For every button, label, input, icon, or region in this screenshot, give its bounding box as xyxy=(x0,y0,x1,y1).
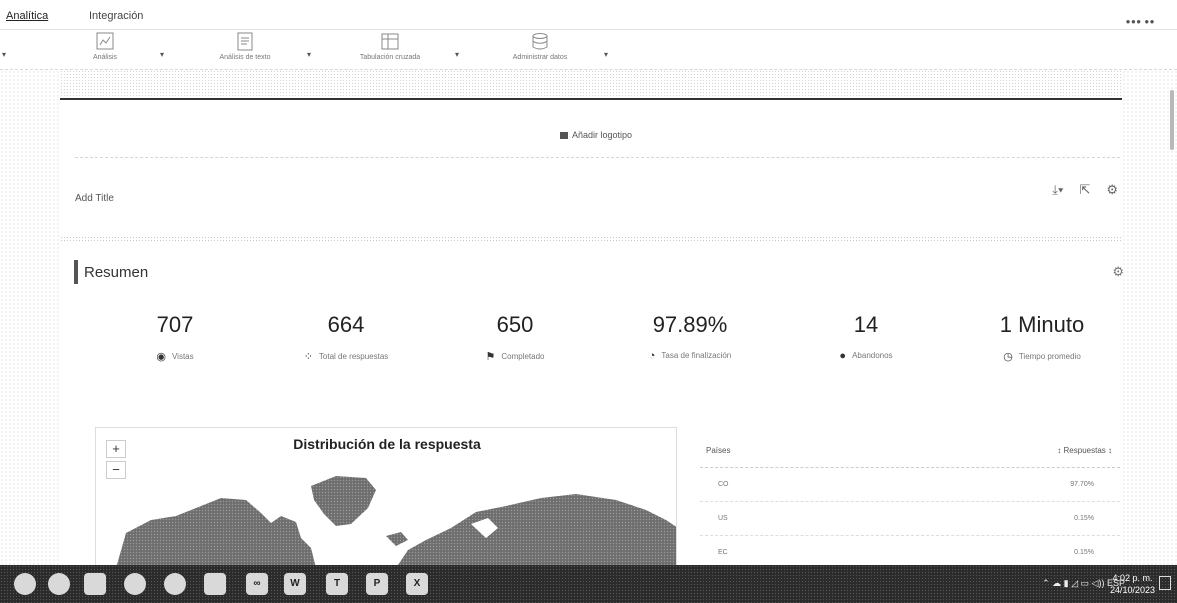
chevron-down-icon[interactable]: ▾ xyxy=(455,50,459,59)
section-marker xyxy=(74,260,78,284)
firefox-icon[interactable] xyxy=(124,573,146,595)
add-logo-label: Añadir logotipo xyxy=(572,130,633,140)
stat-label: Total de respuestas xyxy=(318,352,389,361)
column-header-label: Respuestas xyxy=(1063,446,1106,455)
clock-date: 24/10/2023 xyxy=(1109,585,1155,595)
stat-label: Vistas xyxy=(171,352,194,361)
stat-tasa-finalizacion: 97.89% ◔ Tasa de finalización xyxy=(600,312,780,362)
divider xyxy=(60,236,1122,242)
tab-analitica[interactable]: Analítica xyxy=(6,10,48,22)
powerpoint-icon[interactable]: P xyxy=(366,573,388,595)
stat-tiempo-promedio: 1 Minuto ◷ Tiempo promedio xyxy=(952,312,1132,363)
teams-icon[interactable]: T xyxy=(326,573,348,595)
column-header-respuestas[interactable]: ↕ Respuestas ↕ xyxy=(1057,446,1112,455)
file-explorer-icon[interactable] xyxy=(204,573,226,595)
tool-label: Tabulación cruzada xyxy=(359,54,421,61)
grid-icon: ⁘ xyxy=(303,351,313,363)
cell-respuestas: 0.15% xyxy=(1074,549,1094,556)
image-icon xyxy=(560,132,568,139)
stat-label: Tiempo promedio xyxy=(1018,352,1081,361)
chevron-down-icon[interactable]: ▾ xyxy=(307,50,311,59)
chevron-down-icon[interactable]: ▾ xyxy=(2,50,6,59)
pie-icon: ◔ xyxy=(648,350,656,362)
table-row: CO 97.70% xyxy=(700,468,1120,502)
stat-vistas: 707 ◉ Vistas xyxy=(85,312,265,363)
stat-label: Completado xyxy=(501,352,545,361)
report-header-band xyxy=(60,70,1122,100)
logo-area: Añadir logotipo xyxy=(75,112,1120,158)
resumen-title: Resumen xyxy=(84,264,149,281)
share-icon[interactable]: ⇱ xyxy=(1079,182,1090,198)
response-distribution-map[interactable]: Distribución de la respuesta + − xyxy=(95,427,677,567)
cell-pais: CO xyxy=(718,481,729,488)
infinity-icon[interactable]: ∞ xyxy=(246,573,268,595)
document-icon xyxy=(237,32,253,51)
column-header-paises[interactable]: Países xyxy=(706,446,730,455)
table-header: Países ↕ Respuestas ↕ xyxy=(700,432,1120,468)
tool-tabulacion-cruzada[interactable]: Tabulación cruzada xyxy=(345,32,435,61)
stat-value: 650 xyxy=(496,312,534,337)
stat-label: Abandonos xyxy=(852,351,893,360)
stat-value: 1 Minuto xyxy=(999,312,1085,337)
page-margin-left xyxy=(0,70,60,565)
chevron-down-icon[interactable]: ▾ xyxy=(604,50,608,59)
chrome-icon[interactable] xyxy=(164,573,186,595)
settings-icon[interactable]: ⚙ xyxy=(1106,182,1118,198)
add-title-field[interactable]: Add Title xyxy=(75,193,114,204)
zoom-out-button[interactable]: − xyxy=(106,461,126,479)
stat-completado: 650 ⚑ Completado xyxy=(425,312,605,363)
download-icon[interactable]: ⤓▾ xyxy=(1052,182,1063,198)
flag-icon: ⚑ xyxy=(485,351,496,363)
clock-time: 4:02 p. m. xyxy=(1112,573,1153,583)
report-title-row: Add Title ⤓▾ ⇱ ⚙ xyxy=(60,160,1122,240)
database-icon xyxy=(532,33,548,50)
task-view-icon[interactable] xyxy=(84,573,106,595)
stat-total-respuestas: 664 ⁘ Total de respuestas xyxy=(256,312,436,363)
tool-label: Administrar datos xyxy=(512,54,568,61)
excel-icon[interactable]: X xyxy=(406,573,428,595)
user-badge[interactable]: ●●● ●● xyxy=(1126,17,1155,26)
tool-administrar-datos[interactable]: Administrar datos xyxy=(495,32,585,61)
start-icon[interactable] xyxy=(14,573,36,595)
cell-respuestas: 0.15% xyxy=(1074,515,1094,522)
tool-label: Análisis de texto xyxy=(219,54,271,61)
tool-analisis-texto[interactable]: Análisis de texto xyxy=(200,32,290,61)
cell-pais: US xyxy=(718,515,728,522)
resumen-header: Resumen ⚙ xyxy=(74,260,1124,286)
chart-icon xyxy=(96,32,114,50)
stat-label: Tasa de finalización xyxy=(661,351,732,360)
stat-value: 97.89% xyxy=(652,312,728,337)
stat-abandonos: 14 ● Abandonos xyxy=(776,312,956,362)
chevron-down-icon[interactable]: ▾ xyxy=(160,50,164,59)
zoom-in-button[interactable]: + xyxy=(106,440,126,458)
clock-icon: ◷ xyxy=(1003,351,1013,363)
map-title: Distribución de la respuesta xyxy=(293,436,481,452)
cell-pais: EC xyxy=(718,549,728,556)
table-icon xyxy=(381,33,399,50)
analysis-toolbar: ▾ Análisis ▾ Análisis de texto ▾ Tabulac… xyxy=(0,30,1177,70)
tab-integracion[interactable]: Integración xyxy=(89,10,143,22)
add-logo-button[interactable]: Añadir logotipo xyxy=(560,130,632,140)
notifications-icon[interactable] xyxy=(1159,576,1171,590)
report-actions: ⤓▾ ⇱ ⚙ xyxy=(1052,182,1118,198)
search-icon[interactable] xyxy=(48,573,70,595)
vertical-scrollbar[interactable] xyxy=(1170,90,1174,150)
stat-value: 664 xyxy=(327,312,365,337)
tool-label: Análisis xyxy=(92,54,118,61)
door-icon: ● xyxy=(839,350,847,362)
stat-value: 14 xyxy=(853,312,879,337)
clock[interactable]: 4:02 p. m. 24/10/2023 xyxy=(1110,572,1155,596)
top-tab-bar: Analítica Integración ●●● ●● xyxy=(0,0,1177,30)
settings-icon[interactable]: ⚙ xyxy=(1112,264,1124,280)
countries-table: Países ↕ Respuestas ↕ CO 97.70% US 0.15%… xyxy=(700,432,1120,570)
windows-taskbar: ∞ W T P X ⌃ ☁ ▮ ◿ ▭ ◁)) ESP 4:02 p. m. 2… xyxy=(0,565,1177,603)
stat-value: 707 xyxy=(156,312,194,337)
eye-icon: ◉ xyxy=(156,351,166,363)
tool-analisis[interactable]: Análisis xyxy=(60,32,150,61)
word-icon[interactable]: W xyxy=(284,573,306,595)
cell-respuestas: 97.70% xyxy=(1070,481,1094,488)
table-row: US 0.15% xyxy=(700,502,1120,536)
